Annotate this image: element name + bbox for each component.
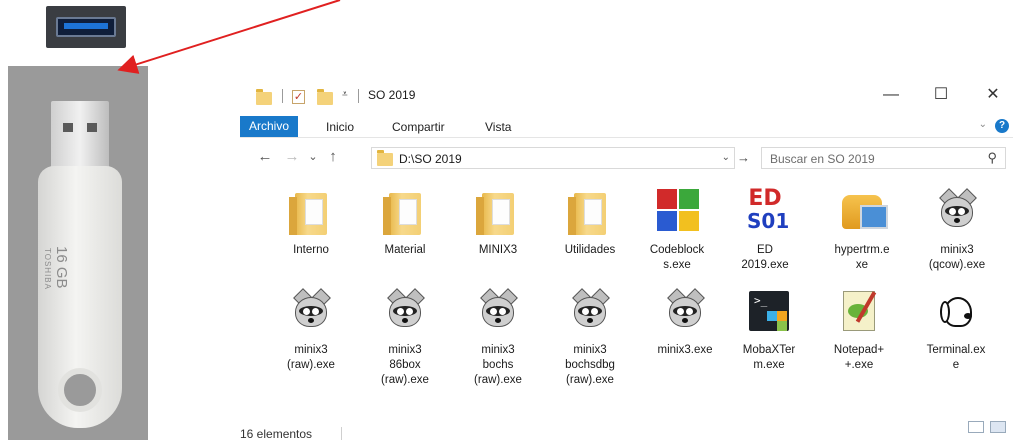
navigation-bar: ← → ⌄ ↑ D:\SO 2019 ⌄ → Buscar en SO 2019…	[240, 145, 1013, 173]
divider	[341, 427, 342, 440]
ribbon-tabs: Archivo Inicio Compartir Vista ⌄ ?	[240, 113, 1013, 138]
file-name: minix3 bochsdbg (raw).exe	[565, 344, 615, 386]
ed-icon: ED S01	[747, 186, 790, 233]
dog-icon	[932, 289, 980, 337]
usb-plug	[51, 101, 109, 173]
file-item[interactable]: minix3 (qcow).exe	[918, 188, 996, 273]
address-path: D:\SO 2019	[399, 152, 462, 166]
tab-archivo[interactable]: Archivo	[240, 116, 298, 137]
title-bar: ✓ ⩡ SO 2019 — ☐ ✕	[240, 79, 1013, 113]
folder-icon	[566, 189, 614, 237]
arrow-to-usb-stick	[117, 0, 341, 74]
raccoon-icon	[287, 288, 335, 337]
tab-compartir[interactable]: Compartir	[392, 117, 445, 137]
minimize-button[interactable]: —	[876, 82, 906, 108]
up-button[interactable]: ↑	[324, 148, 342, 165]
file-item[interactable]: minix3 bochs (raw).exe	[459, 288, 537, 388]
usb-port-image	[46, 6, 126, 48]
folder-icon	[256, 89, 272, 105]
divider	[358, 89, 359, 103]
raccoon-icon	[566, 288, 614, 337]
raccoon-icon	[381, 288, 429, 337]
file-name: MINIX3	[478, 244, 518, 256]
folder-icon	[474, 189, 522, 237]
refresh-button[interactable]: →	[737, 150, 750, 165]
raccoon-icon	[933, 188, 981, 237]
forward-button[interactable]: →	[283, 148, 301, 165]
file-item[interactable]: Interno	[272, 189, 350, 258]
tab-vista[interactable]: Vista	[485, 117, 511, 137]
tab-inicio[interactable]: Inicio	[326, 117, 354, 137]
file-item[interactable]: minix3 bochsdbg (raw).exe	[551, 288, 629, 388]
file-name: minix3 86box (raw).exe	[381, 344, 429, 386]
search-placeholder: Buscar en SO 2019	[770, 152, 875, 166]
usb-tongue	[64, 23, 108, 29]
help-icon[interactable]: ?	[995, 119, 1009, 133]
usb-body	[38, 166, 122, 428]
large-icons-view-icon[interactable]	[990, 421, 1006, 433]
file-name: ED 2019.exe	[741, 244, 789, 271]
raccoon-icon	[474, 288, 522, 337]
divider	[282, 89, 283, 103]
raccoon-icon	[661, 288, 709, 337]
file-item[interactable]: Codeblock s.exe	[638, 189, 716, 273]
close-button[interactable]: ✕	[978, 82, 1008, 108]
file-item[interactable]: MINIX3	[459, 189, 537, 258]
file-item[interactable]: hypertrm.e xe	[823, 189, 901, 273]
mobaxterm-icon: >_	[745, 289, 793, 337]
file-item[interactable]: minix3 86box (raw).exe	[366, 288, 444, 388]
folder-icon	[381, 189, 429, 237]
file-item[interactable]: minix3.exe	[646, 288, 724, 358]
folder-icon	[287, 189, 335, 237]
hyperterminal-icon	[838, 189, 888, 237]
folder-icon	[377, 150, 393, 166]
file-name: minix3 (raw).exe	[287, 344, 335, 371]
file-name: minix3.exe	[657, 344, 713, 356]
properties-icon[interactable]: ✓	[292, 90, 305, 104]
search-box[interactable]: Buscar en SO 2019 ⚲	[761, 147, 1006, 169]
usb-plug-hole	[87, 123, 97, 132]
file-name: minix3 bochs (raw).exe	[474, 344, 522, 386]
file-item[interactable]: Notepad+ +.exe	[820, 289, 898, 373]
file-explorer-window: ✓ ⩡ SO 2019 — ☐ ✕ Archivo Inicio Compart…	[240, 79, 1013, 441]
file-item[interactable]: >_ MobaXTer m.exe	[730, 289, 808, 373]
codeblocks-icon	[653, 189, 701, 237]
details-view-icon[interactable]	[968, 421, 984, 433]
file-item[interactable]: ED S01 ED 2019.exe	[726, 186, 804, 273]
status-item-count: 16 elementos	[240, 427, 313, 441]
file-name: Notepad+ +.exe	[833, 344, 885, 371]
file-name: Interno	[293, 244, 329, 256]
recent-locations-button[interactable]: ⌄	[304, 150, 322, 163]
address-bar[interactable]: D:\SO 2019 ⌄	[371, 147, 735, 169]
file-name: Codeblock s.exe	[649, 244, 705, 271]
file-name: MobaXTer m.exe	[742, 344, 796, 371]
notepadpp-icon	[835, 289, 883, 337]
file-name: Utilidades	[564, 244, 616, 256]
usb-keyring	[58, 368, 102, 412]
back-button[interactable]: ←	[256, 148, 274, 165]
maximize-button[interactable]: ☐	[926, 82, 956, 108]
file-item[interactable]: Terminal.ex e	[917, 289, 995, 373]
file-item[interactable]: Utilidades	[551, 189, 629, 258]
address-dropdown-icon[interactable]: ⌄	[722, 152, 730, 163]
customize-quick-access-icon[interactable]: ⩡	[342, 89, 348, 100]
file-name: minix3 (qcow).exe	[928, 244, 986, 271]
new-folder-icon[interactable]	[317, 89, 333, 105]
usb-brand: TOSHIBA	[43, 248, 52, 290]
expand-ribbon-chevron-icon[interactable]: ⌄	[979, 119, 987, 130]
usb-plug-hole	[63, 123, 73, 132]
usb-stick-photo: 16 GB TOSHIBA	[8, 66, 148, 440]
usb-capacity: 16 GB	[53, 246, 70, 289]
file-name: hypertrm.e xe	[834, 244, 890, 271]
window-title: SO 2019	[368, 88, 416, 102]
file-item[interactable]: minix3 (raw).exe	[272, 288, 350, 373]
file-name: Material	[384, 244, 426, 256]
search-icon: ⚲	[987, 150, 997, 165]
file-name: Terminal.ex e	[926, 344, 986, 371]
file-item[interactable]: Material	[366, 189, 444, 258]
